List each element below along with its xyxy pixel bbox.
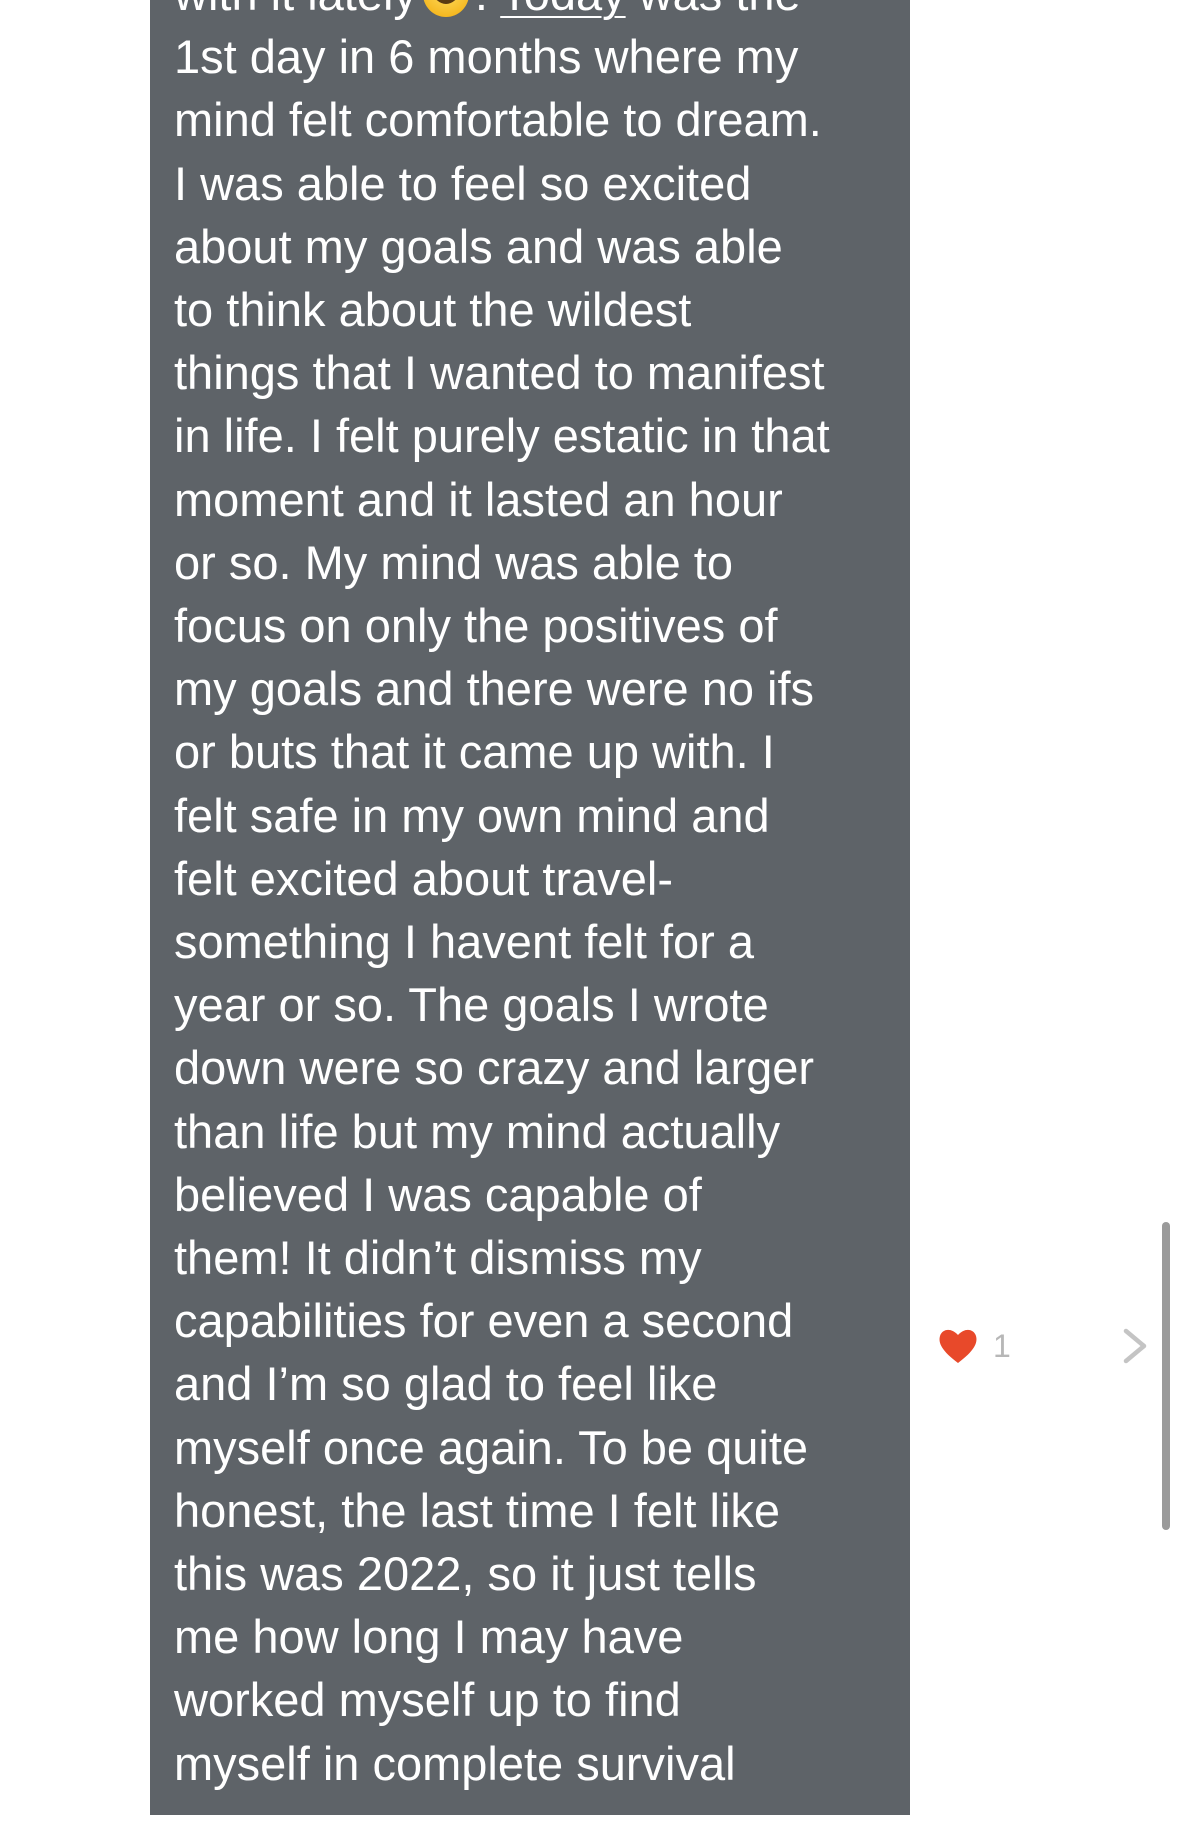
message-line: this was 2022, so it just tells — [174, 1547, 757, 1601]
message-line: myself in complete survival — [174, 1736, 736, 1790]
message-line: down were so crazy and larger — [174, 1041, 815, 1095]
heart-reaction-button[interactable]: 1 — [937, 1322, 1011, 1370]
message-line: capabilities for even a second — [174, 1294, 794, 1348]
grinning-face-with-sweat-icon — [419, 0, 473, 20]
message-line: moment and it lasted an hour — [174, 472, 783, 526]
message-line: felt excited about travel- — [174, 851, 673, 905]
message-line: mind felt comfortable to dream. — [174, 93, 822, 147]
screen: with it lately . Today — [0, 0, 1178, 1845]
message-line: honest, the last time I felt like — [174, 1483, 781, 1537]
scrollbar-thumb[interactable] — [1162, 1222, 1170, 1530]
heart-icon — [939, 1329, 977, 1363]
message-line: worked myself up to find — [174, 1673, 681, 1727]
message-line: felt safe in my own mind and — [174, 788, 770, 842]
message-line: year or so. The goals I wrote — [174, 978, 769, 1032]
message-line: something I havent felt for a — [174, 915, 754, 969]
message-text-fragment: with it lately — [174, 0, 417, 20]
message-line: to think about the wildest — [174, 283, 692, 337]
message-line: believed I was capable of — [174, 1167, 702, 1221]
message-line: myself once again. To be quite — [174, 1420, 809, 1474]
message-text-fragment: was the — [626, 0, 801, 20]
message-line: 1st day in 6 months where my — [174, 30, 799, 84]
message-line: I was able to feel so excited — [174, 156, 752, 210]
chevron-right-icon[interactable] — [1118, 1323, 1152, 1369]
message-line: focus on only the positives of — [174, 599, 778, 653]
message-line: or buts that it came up with. I — [174, 725, 775, 779]
message-line: me how long I may have — [174, 1610, 684, 1664]
message-line: or so. My mind was able to — [174, 535, 733, 589]
reaction-count: 1 — [993, 1327, 1011, 1364]
message-line: them! It didn’t dismiss my — [174, 1231, 702, 1285]
message-line: my goals and there were no ifs — [174, 662, 815, 716]
message-line: with it lately . Today — [174, 0, 904, 25]
message-line: and I’m so glad to feel like — [174, 1357, 718, 1411]
underlined-word: Today — [500, 0, 625, 20]
message-line: than life but my mind actually — [174, 1104, 781, 1158]
message-text: with it lately . Today — [174, 0, 904, 1795]
message-line: in life. I felt purely estatic in that — [174, 409, 830, 463]
message-text-fragment: . — [475, 0, 500, 20]
message-line: about my goals and was able — [174, 219, 783, 273]
message-bubble[interactable]: with it lately . Today — [150, 0, 910, 1815]
message-line: things that I wanted to manifest — [174, 346, 825, 400]
